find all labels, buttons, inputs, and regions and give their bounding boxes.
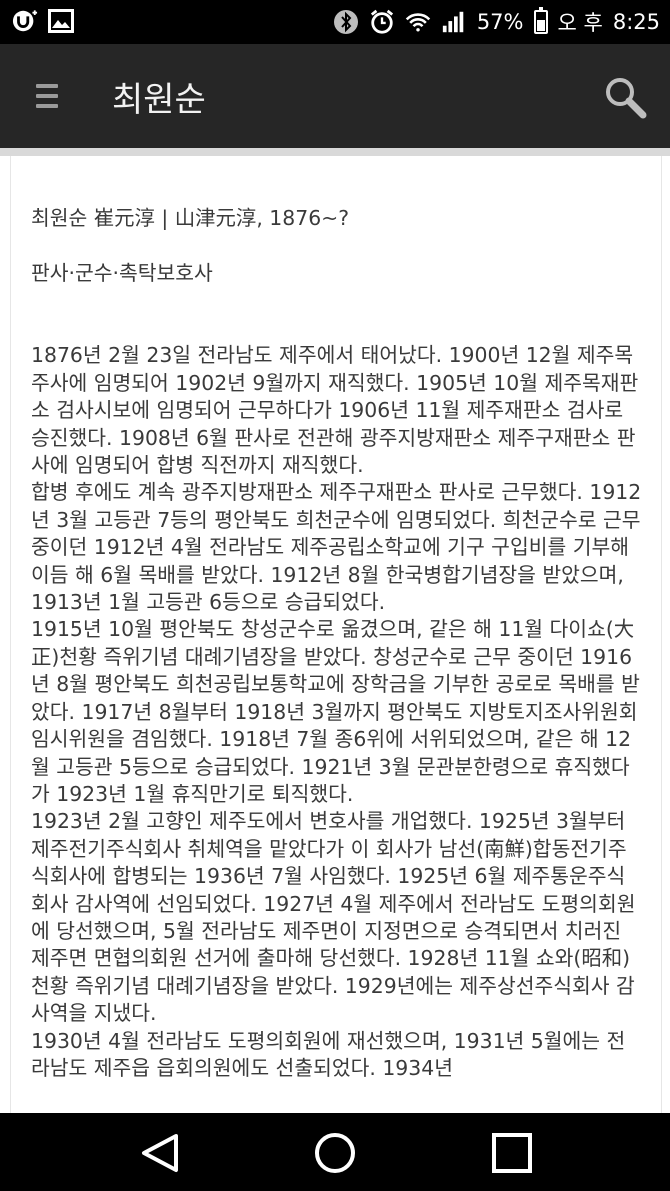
heading-occupations: 판사·군수·촉탁보호사	[31, 261, 213, 286]
app-bar: 최원순	[0, 44, 670, 148]
battery-percent: 57%	[476, 10, 524, 34]
page-title: 최원순	[112, 80, 206, 120]
article-paragraph: 1930년 4월 전라남도 도평의회원에 재선했으며, 1931년 5월에는 전…	[31, 1028, 626, 1080]
bluetooth-icon	[333, 9, 359, 35]
article-paragraph: 1923년 2월 고향인 제주도에서 변호사를 개업했다. 1925년 3월부터…	[31, 809, 636, 1026]
recent-apps-icon[interactable]	[490, 1131, 534, 1175]
back-icon[interactable]	[138, 1131, 182, 1175]
status-bar: 57% 오 후 8:25	[0, 0, 670, 44]
uplus-notification-icon	[12, 8, 38, 34]
home-icon[interactable]	[313, 1131, 357, 1175]
search-icon[interactable]	[602, 74, 648, 120]
navigation-bar	[0, 1113, 670, 1191]
battery-icon	[533, 7, 548, 34]
clock-time: 8:25	[612, 10, 660, 34]
wifi-icon	[405, 9, 431, 35]
signal-strength-icon	[441, 9, 467, 35]
article-paragraph: 합병 후에도 계속 광주지방재판소 제주구재판소 판사로 근무했다. 1912년…	[31, 480, 642, 615]
article-card[interactable]: 최원순 崔元淳 | 山津元淳, 1876~? 판사·군수·촉탁보호사 1876년…	[10, 156, 662, 1113]
article-paragraph: 1915년 10월 평안북도 창성군수로 옮겼으며, 같은 해 11월 다이쇼(…	[31, 617, 640, 806]
divider	[0, 148, 670, 156]
clock-ampm: 오 후	[557, 11, 603, 35]
menu-icon[interactable]	[36, 84, 58, 110]
heading-names: 최원순 崔元淳 | 山津元淳, 1876~?	[31, 206, 350, 231]
alarm-clock-icon	[369, 9, 395, 35]
article-heading: 최원순 崔元淳 | 山津元淳, 1876~? 판사·군수·촉탁보호사	[31, 178, 643, 315]
image-notification-icon	[48, 8, 74, 34]
article-paragraph: 1876년 2월 23일 전라남도 제주에서 태어났다. 1900년 12월 제…	[31, 343, 639, 478]
